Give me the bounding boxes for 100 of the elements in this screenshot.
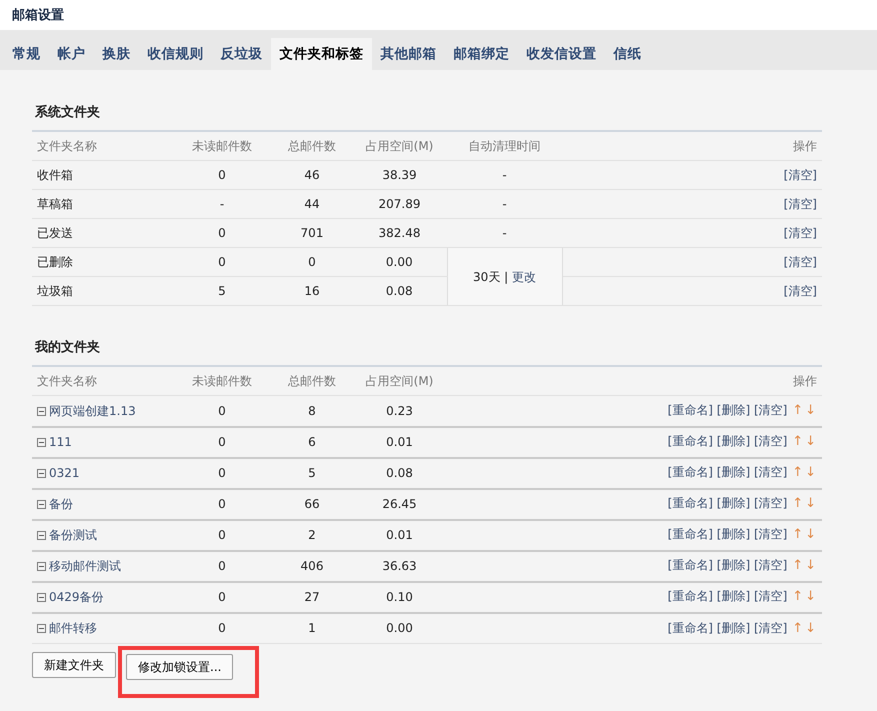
folder-button[interactable]: 新建文件夹 [32, 652, 116, 678]
table-cell: 0.01 [352, 520, 447, 550]
table-cell: 0 [172, 458, 272, 488]
table-cell: 0.08 [352, 458, 447, 488]
clear-link[interactable]: [清空] [784, 226, 817, 240]
folder-name[interactable]: 邮件转移 [49, 621, 97, 636]
table-cell: 0.10 [352, 582, 447, 612]
tab[interactable]: 收信规则 [139, 38, 212, 70]
rename-link[interactable]: [重命名] [668, 434, 713, 448]
tab[interactable]: 帐户 [49, 38, 94, 70]
delete-link[interactable]: [删除] [716, 527, 750, 542]
tab[interactable]: 信纸 [605, 38, 650, 70]
folder-name[interactable]: 0321 [49, 466, 80, 480]
tab[interactable]: 邮箱绑定 [445, 38, 518, 70]
table-cell: 0.01 [352, 426, 447, 458]
tab[interactable]: 其他邮箱 [372, 38, 445, 70]
table-cell: 0 [172, 426, 272, 458]
table-cell: 0 [172, 248, 272, 276]
table-cell: - [447, 160, 562, 190]
table-cell: 406 [272, 550, 352, 582]
clear-link[interactable]: [清空] [754, 589, 788, 604]
table-cell: 0 [172, 612, 272, 644]
rename-link[interactable]: [重命名] [668, 527, 713, 542]
section-title: 我的文件夹 [32, 330, 822, 366]
collapse-icon[interactable] [37, 500, 46, 510]
column-header: 操作 [562, 132, 822, 160]
table-cell: 6 [272, 426, 352, 458]
column-header: 操作 [447, 366, 822, 396]
rename-link[interactable]: [重命名] [668, 496, 713, 510]
clear-link[interactable]: [清空] [784, 284, 817, 298]
delete-link[interactable]: [删除] [716, 620, 750, 634]
table-cell: 0 [172, 218, 272, 248]
collapse-icon[interactable] [37, 562, 46, 572]
page-title: 邮箱设置 [12, 8, 64, 23]
clear-link[interactable]: [清空] [754, 465, 788, 480]
folder-name[interactable]: 备份测试 [49, 528, 97, 542]
column-header: 未读邮件数 [172, 366, 272, 396]
table-cell: 46 [272, 160, 352, 190]
table-cell: 382.48 [352, 218, 447, 248]
clear-link[interactable]: [清空] [754, 620, 788, 634]
clear-link[interactable]: [清空] [754, 527, 788, 542]
column-header: 自动清理时间 [447, 132, 562, 160]
table-cell: 5 [272, 458, 352, 488]
column-header: 文件夹名称 [32, 132, 172, 160]
clear-link[interactable]: [清空] [784, 255, 817, 269]
collapse-icon[interactable] [37, 531, 46, 540]
collapse-icon[interactable] [37, 469, 46, 478]
rename-link[interactable]: [重命名] [668, 589, 713, 604]
tab[interactable]: 收发信设置 [518, 38, 605, 70]
clear-link[interactable]: [清空] [754, 403, 788, 417]
table-cell: 2 [272, 520, 352, 550]
collapse-icon[interactable] [37, 624, 46, 634]
folder-button[interactable]: 修改加锁设置... [126, 654, 234, 680]
collapse-icon[interactable] [37, 438, 46, 448]
clear-link[interactable]: [清空] [784, 168, 817, 182]
folder-name[interactable]: 111 [49, 435, 72, 449]
delete-link[interactable]: [删除] [716, 558, 750, 572]
column-header: 总邮件数 [272, 132, 352, 160]
table-cell: 207.89 [352, 190, 447, 218]
column-header: 总邮件数 [272, 366, 352, 396]
separator: | [504, 270, 508, 284]
table-cell: 0 [172, 396, 272, 426]
delete-link[interactable]: [删除] [716, 589, 750, 604]
table-cell: - [172, 190, 272, 218]
table-cell: 0 [172, 582, 272, 612]
tab[interactable]: 常规 [4, 38, 49, 70]
folder-name: 收件箱 [32, 160, 172, 190]
clear-link[interactable]: [清空] [754, 558, 788, 572]
rename-link[interactable]: [重命名] [668, 620, 713, 634]
collapse-icon[interactable] [37, 406, 46, 416]
table-cell: 0.23 [352, 396, 447, 426]
table-cell: 0 [172, 520, 272, 550]
clear-link[interactable]: [清空] [754, 434, 788, 448]
table-cell: 701 [272, 218, 352, 248]
tab[interactable]: 换肤 [94, 38, 139, 70]
tab[interactable]: 文件夹和标签 [271, 38, 372, 70]
rename-link[interactable]: [重命名] [668, 558, 713, 572]
change-link[interactable]: 更改 [512, 270, 536, 284]
clear-link[interactable]: [清空] [784, 197, 817, 211]
table-cell: 0 [172, 488, 272, 520]
rename-link[interactable]: [重命名] [668, 465, 713, 480]
delete-link[interactable]: [删除] [716, 434, 750, 448]
folder-name: 垃圾箱 [32, 276, 172, 306]
delete-link[interactable]: [删除] [716, 403, 750, 417]
folder-name[interactable]: 0429备份 [49, 590, 104, 604]
column-header: 占用空间(M) [352, 132, 447, 160]
tab[interactable]: 反垃圾 [212, 38, 271, 70]
table-cell: 0 [272, 248, 352, 276]
rename-link[interactable]: [重命名] [668, 403, 713, 417]
table-cell: 36.63 [352, 550, 447, 582]
table-cell: 26.45 [352, 488, 447, 520]
collapse-icon[interactable] [37, 593, 46, 602]
folder-name[interactable]: 移动邮件测试 [49, 559, 121, 573]
table-cell: 0 [172, 550, 272, 582]
delete-link[interactable]: [删除] [716, 465, 750, 480]
folder-name[interactable]: 网页端创建1.13 [49, 404, 136, 418]
clear-link[interactable]: [清空] [754, 496, 788, 510]
folder-name[interactable]: 备份 [49, 497, 73, 511]
delete-link[interactable]: [删除] [716, 496, 750, 510]
table-cell: 1 [272, 612, 352, 644]
